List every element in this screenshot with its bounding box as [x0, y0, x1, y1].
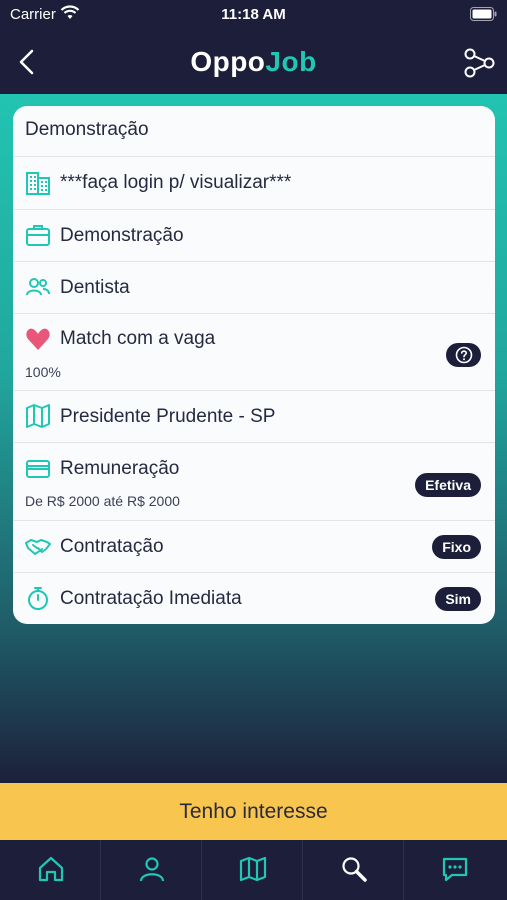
- salary-row: Remuneração De R$ 2000 até R$ 2000 Efeti…: [13, 443, 495, 521]
- status-bar: Carrier 11:18 AM: [0, 0, 507, 30]
- match-row: Match com a vaga 100%: [13, 314, 495, 391]
- company-row: ***faça login p/ visualizar***: [13, 157, 495, 210]
- heart-icon: [26, 328, 50, 350]
- map-icon: [26, 404, 50, 428]
- logo-accent: Job: [265, 46, 317, 77]
- contract-type-badge: Efetiva: [415, 473, 481, 497]
- tab-search[interactable]: [303, 840, 404, 900]
- chat-icon: [442, 857, 468, 882]
- status-time: 11:18 AM: [221, 6, 286, 23]
- location-row: Presidente Prudente - SP: [13, 391, 495, 443]
- profile-icon: [139, 857, 165, 882]
- users-icon: [26, 278, 50, 296]
- tab-map[interactable]: [202, 840, 303, 900]
- hiring-label: Contratação: [60, 536, 164, 557]
- stopwatch-icon: [28, 587, 48, 610]
- job-card: Demonstração ***faça login p/ visualizar…: [13, 106, 495, 624]
- company-name: ***faça login p/ visualizar***: [60, 172, 292, 193]
- home-icon: [38, 856, 64, 882]
- tab-chat[interactable]: [404, 840, 507, 900]
- tab-home[interactable]: [0, 840, 101, 900]
- battery-icon: [470, 7, 497, 21]
- search-icon: [342, 857, 367, 882]
- building-icon: [26, 172, 50, 195]
- briefcase-icon: [26, 225, 50, 246]
- interest-button[interactable]: Tenho interesse: [0, 783, 507, 840]
- category-row: Dentista: [13, 262, 495, 314]
- match-help-button[interactable]: [446, 343, 481, 367]
- help-icon: [455, 346, 473, 364]
- category-name: Dentista: [60, 277, 130, 298]
- immediate-row: Contratação Imediata Sim: [13, 573, 495, 624]
- salary-label: Remuneração: [60, 458, 180, 479]
- map-icon: [239, 856, 267, 882]
- match-label: Match com a vaga: [60, 328, 216, 349]
- job-title-row: Demonstração: [13, 106, 495, 157]
- job-title: Demonstração: [25, 119, 149, 140]
- immediate-label: Contratação Imediata: [60, 588, 242, 609]
- bottom-tab-bar: [0, 840, 507, 900]
- position-name: Demonstração: [60, 225, 184, 246]
- match-value: 100%: [25, 364, 61, 380]
- position-row: Demonstração: [13, 210, 495, 262]
- immediate-badge: Sim: [435, 587, 481, 611]
- handshake-icon: [25, 539, 51, 555]
- salary-range: De R$ 2000 até R$ 2000: [25, 493, 180, 509]
- tab-profile[interactable]: [101, 840, 202, 900]
- hiring-type-badge: Fixo: [432, 535, 481, 559]
- logo-primary: Oppo: [190, 46, 266, 77]
- share-icon[interactable]: [463, 47, 495, 79]
- hiring-row: Contratação Fixo: [13, 521, 495, 573]
- card-icon: [26, 460, 50, 478]
- location-name: Presidente Prudente - SP: [60, 406, 276, 427]
- app-logo: OppoJob: [0, 46, 507, 78]
- nav-bar: OppoJob: [0, 30, 507, 94]
